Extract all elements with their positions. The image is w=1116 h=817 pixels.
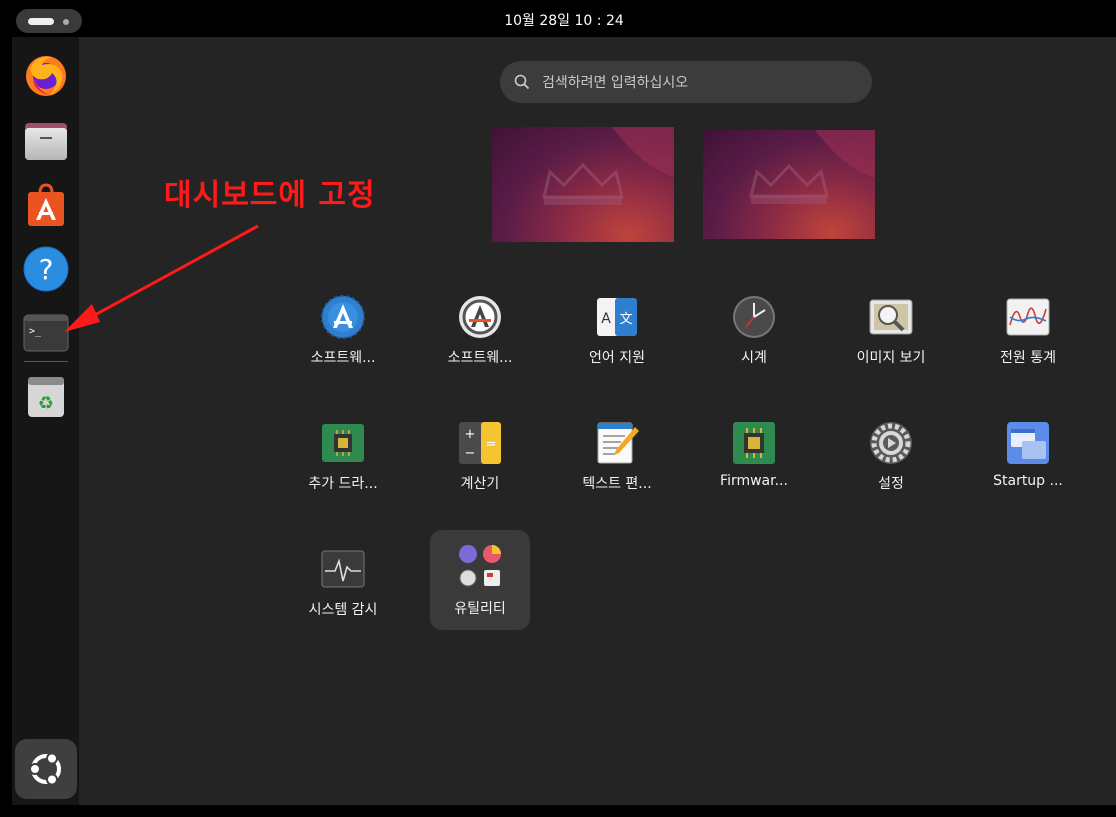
annotation-arrow-icon [64,224,259,332]
